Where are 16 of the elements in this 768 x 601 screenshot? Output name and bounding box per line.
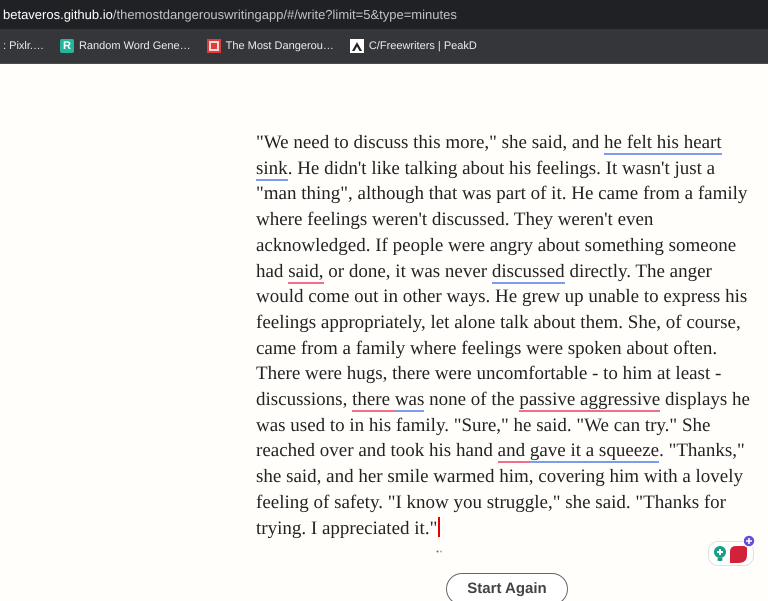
dots-icon — [436, 550, 444, 553]
mountain-icon — [350, 39, 364, 53]
bookmark-link[interactable]: The Most Dangerou… — [226, 38, 334, 54]
text-cursor — [438, 516, 440, 537]
square-icon — [206, 39, 221, 53]
bookmark-link[interactable]: : Pixlr.… — [3, 38, 44, 54]
shield-icon — [730, 544, 748, 562]
address-bar[interactable]: betaveros.github.io/themostdangerouswritingapp/#/write?limit=5&type=minutes — [0, 0, 768, 29]
story-text[interactable]: "We need to discuss this more," she said, and he felt his heart sink. He didn't like talking about his feelings. It wasn't just a "man thing", although that was part of it. He came from a family where feelings weren't discussed. They weren't even acknowledged. If people were angry about something someone had said, or done, it was never discussed directly. The anger would come out in other ways. He grew up unable to express his feelings appropriately, let alone talk about them. She, of course, came from a family where feelings were spoken about often. There were hugs, there were uncomfortable - to him at least - discussions, there was none of the passive aggressive displays he was used to in his family. "Sure," he said. "We can try." She reached over and took his hand and gave it a squeeze. "Thanks," she said, and her smile warmed him, covering him with a lovely feeling of safety. "I know you struggle," she said. "Thanks for trying. I appreciated it." — [256, 130, 756, 542]
bookmark-link[interactable]: Random Word Gene… — [78, 38, 191, 54]
lightbulb-icon — [714, 544, 726, 562]
assistant-widget[interactable] — [708, 541, 754, 566]
plus-badge-icon — [742, 534, 756, 548]
start-again-button[interactable]: Start Again — [446, 573, 568, 601]
letter-icon: R — [60, 39, 74, 53]
bookmark-link[interactable]: C/Freewriters | PeakD — [368, 38, 477, 54]
